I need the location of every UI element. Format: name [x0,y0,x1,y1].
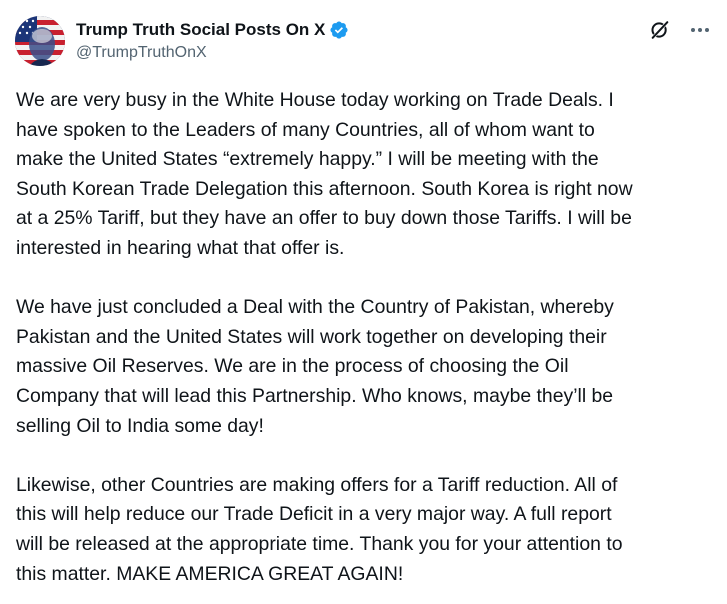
more-options-icon[interactable] [687,17,713,43]
author-handle[interactable]: @TrumpTruthOnX [76,44,349,62]
post-paragraph: Likewise, other Countries are making off… [16,473,623,585]
post-paragraph: We are very busy in the White House toda… [16,89,633,259]
avatar[interactable] [15,16,65,66]
display-name-row: Trump Truth Social Posts On X [76,18,349,42]
post: Trump Truth Social Posts On X @TrumpTrut… [0,0,727,604]
post-text: We are very busy in the White House toda… [16,86,716,589]
post-header: Trump Truth Social Posts On X @TrumpTrut… [15,15,715,67]
post-paragraph: We have just concluded a Deal with the C… [16,296,614,437]
flag-portrait-icon [15,16,65,66]
verified-badge-icon[interactable] [329,20,349,40]
author-names: Trump Truth Social Posts On X @TrumpTrut… [76,18,349,62]
display-name[interactable]: Trump Truth Social Posts On X [76,20,325,40]
grok-icon[interactable] [649,19,671,41]
